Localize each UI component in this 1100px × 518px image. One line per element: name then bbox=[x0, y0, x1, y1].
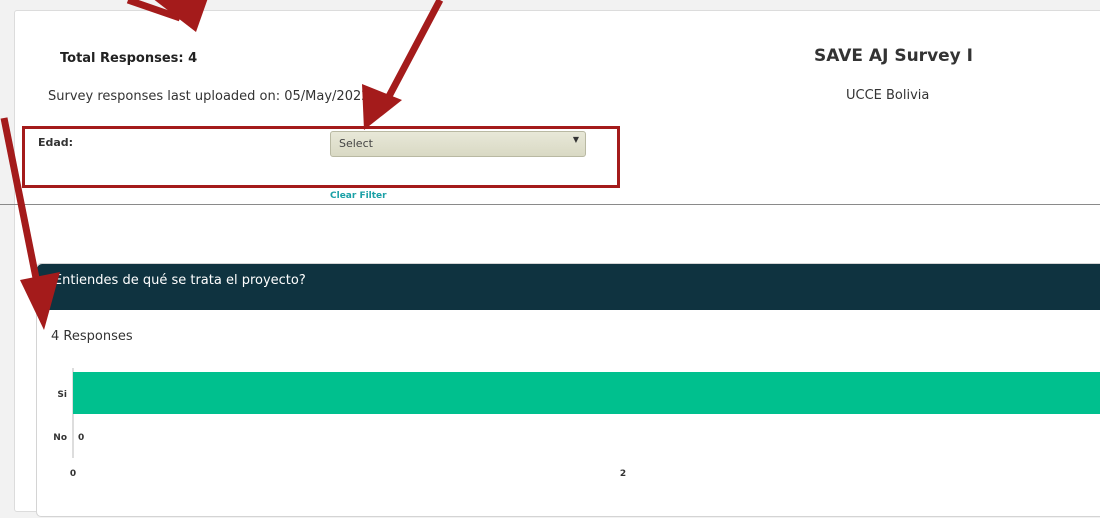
clear-filter-link[interactable]: Clear Filter bbox=[330, 191, 387, 201]
annotation-highlight-box bbox=[22, 126, 620, 188]
category-label-si: Si bbox=[57, 390, 67, 400]
bar-si bbox=[73, 372, 1100, 414]
category-label-no: No bbox=[53, 433, 67, 443]
total-responses: Total Responses: 4 bbox=[60, 51, 198, 66]
survey-subtitle: UCCE Bolivia bbox=[846, 88, 930, 103]
x-tick-label-0: 0 bbox=[70, 469, 76, 479]
question-card: ¿Entiendes de qué se trata el proyecto? … bbox=[36, 263, 1100, 517]
x-tick-label-2: 2 bbox=[620, 469, 626, 479]
last-uploaded-text: Survey responses last uploaded on: 05/Ma… bbox=[48, 89, 370, 104]
survey-title: SAVE AJ Survey I bbox=[814, 46, 974, 66]
section-divider bbox=[0, 204, 1100, 205]
response-bar-chart: Si No 0 0 2 bbox=[53, 368, 1100, 479]
data-label-no: 0 bbox=[78, 433, 84, 443]
